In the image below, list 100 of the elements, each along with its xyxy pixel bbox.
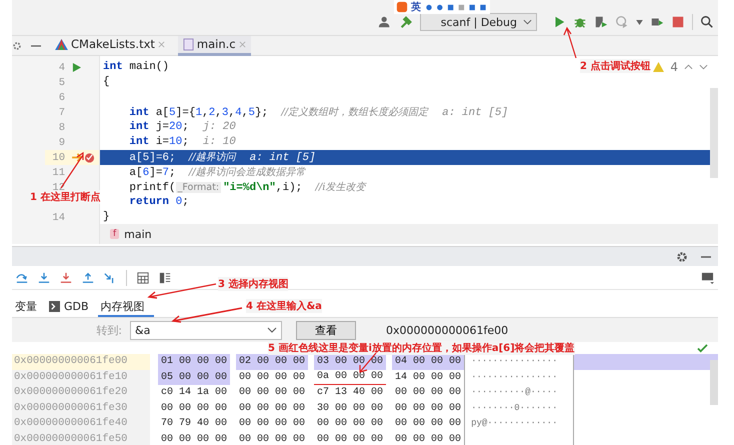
line-number: 7 — [58, 106, 65, 118]
editor-tab[interactable]: main.c — [178, 36, 251, 56]
code-text: main() — [128, 61, 170, 73]
code-text: , — [202, 107, 209, 119]
function-badge: f — [110, 229, 120, 239]
tab-label[interactable]: GDB — [64, 300, 89, 312]
annotation-text: 5 画红色线这里是变量i放置的内存位置，如果操作a[6]将会把其覆盖 — [268, 341, 575, 355]
code-number: 2 — [208, 107, 216, 119]
hex-bytes: 03 00 00 00 — [314, 354, 386, 370]
debug-tab[interactable]: GDB — [46, 297, 98, 317]
hex-bytes: 00 00 00 00 — [394, 432, 462, 445]
code-text: ; — [182, 196, 189, 208]
ascii-cell: ··········@····· — [464, 385, 574, 400]
memory-address-cell: 0x000000000061fe40 — [12, 416, 150, 432]
hex-bytes: 00 00 00 00 — [160, 402, 228, 416]
hex-bytes: 00 00 00 00 — [238, 432, 306, 445]
hex-bytes: 00 00 00 00 — [316, 432, 384, 445]
code-number: 5 — [248, 107, 255, 119]
code-number: 1 — [195, 107, 202, 119]
ascii-cell: py@············· — [464, 416, 574, 432]
memory-address: 0x000000000061fe00 — [386, 324, 508, 336]
annotation-text: 4 在这里输入&a — [246, 299, 322, 313]
hex-bytes: 70 79 40 00 — [160, 417, 228, 431]
hex-bytes: 00 00 00 00 — [238, 402, 306, 416]
code-number: 10 — [169, 136, 182, 148]
hex-bytes: 14 00 00 00 — [394, 370, 462, 384]
line-number: 6 — [58, 92, 65, 104]
code-comment: //定义数组时，数组长度必须固定 — [281, 107, 428, 118]
goto-label: 转到: — [95, 322, 123, 338]
code-text: ; — [169, 152, 177, 164]
line-number: 9 — [58, 136, 65, 148]
memory-address-cell: 0x000000000061fe30 — [12, 400, 150, 416]
hex-bytes: 01 00 00 00 — [158, 354, 230, 370]
tab-label[interactable]: 变量 — [15, 298, 37, 314]
inline-value-hint: j: 20 — [202, 121, 236, 133]
code-comment: //越界访问 — [188, 152, 236, 163]
hex-bytes: 04 00 00 00 — [392, 354, 464, 370]
code-text: { — [103, 76, 110, 88]
warning-count[interactable]: 4 — [670, 60, 678, 74]
code-number: 4 — [235, 107, 242, 119]
code-number: 7 — [162, 167, 170, 179]
code-text: , — [228, 107, 236, 119]
code-text: printf( — [128, 182, 176, 194]
ime-mode-label[interactable]: 英 — [410, 0, 421, 14]
code-number: 6 — [162, 152, 170, 164]
code-text: ; — [169, 167, 177, 179]
code-keyword: int — [128, 121, 150, 133]
editor-tab[interactable]: CMakeLists.txt — [50, 36, 170, 56]
code-text: a[ — [128, 152, 143, 164]
hex-bytes: 00 00 00 00 — [238, 386, 306, 400]
code-keyword: int — [103, 61, 123, 73]
code-text: }; — [254, 107, 270, 119]
line-number: 14 — [51, 212, 65, 224]
code-number: 20 — [169, 121, 182, 133]
line-number: 8 — [58, 122, 65, 134]
code-text: ; — [182, 136, 189, 148]
hex-bytes: 00 00 00 00 — [238, 370, 306, 384]
code-number: 3 — [222, 107, 228, 119]
view-button[interactable]: 查看 — [296, 320, 356, 340]
code-keyword: int — [128, 136, 150, 148]
hex-bytes: 30 00 00 00 — [316, 402, 384, 416]
breadcrumb-item[interactable]: main — [124, 228, 152, 240]
hex-bytes: 00 00 00 00 — [316, 417, 384, 431]
code-text: ,i); — [276, 182, 304, 194]
hex-bytes: 00 00 00 00 — [394, 417, 462, 431]
code-number: 5 — [142, 152, 150, 164]
code-comment: //i发生改变 — [315, 182, 366, 193]
debug-tab[interactable]: 变量 — [12, 297, 46, 317]
code-string: "i=%d\n" — [223, 182, 276, 194]
address-input-field[interactable]: &a — [130, 320, 282, 340]
code-text: a[ — [154, 107, 170, 119]
hex-bytes: 00 00 00 00 — [394, 386, 462, 400]
hex-bytes: 00 00 00 00 — [160, 432, 228, 445]
annotation-text: 3 选择内存视图 — [218, 277, 288, 291]
hex-bytes: c7 13 40 00 — [316, 386, 384, 400]
hex-bytes: 05 00 00 00 — [158, 370, 230, 385]
code-text: a[ — [128, 167, 143, 179]
tab-label[interactable]: main.c — [196, 37, 236, 51]
memory-address-cell: 0x000000000061fe50 — [12, 432, 150, 445]
hex-bytes: 02 00 00 00 — [236, 354, 308, 370]
code-text: j= — [154, 121, 170, 133]
code-number: 0 — [174, 196, 182, 208]
ime-toolbar[interactable]: 英 — [394, 0, 490, 14]
line-number: 5 — [58, 76, 65, 88]
inline-value-hint: a: int [5] — [250, 152, 316, 164]
code-keyword: return — [128, 196, 170, 208]
code-text: ]={ — [176, 107, 196, 119]
line-number: 11 — [51, 166, 65, 178]
tab-label[interactable]: CMakeLists.txt — [71, 37, 155, 51]
hex-bytes: 00 00 00 00 — [238, 417, 306, 431]
tab-label[interactable]: 内存视图 — [100, 298, 145, 314]
code-keyword: int — [128, 107, 150, 119]
code-comment: //越界访问会造成数据异常 — [188, 167, 306, 178]
annotation-text: 2 点击调试按钮 — [580, 59, 650, 73]
ascii-cell: ················ — [464, 370, 574, 385]
run-configuration-dropdown[interactable]: scanf | Debug — [420, 13, 537, 31]
memory-address-cell: 0x000000000061fe00 — [12, 354, 150, 370]
ascii-cell: ········0······· — [464, 400, 574, 416]
hex-bytes: c0 14 1a 00 — [160, 386, 228, 400]
parameter-hint: _Format: — [176, 182, 222, 193]
